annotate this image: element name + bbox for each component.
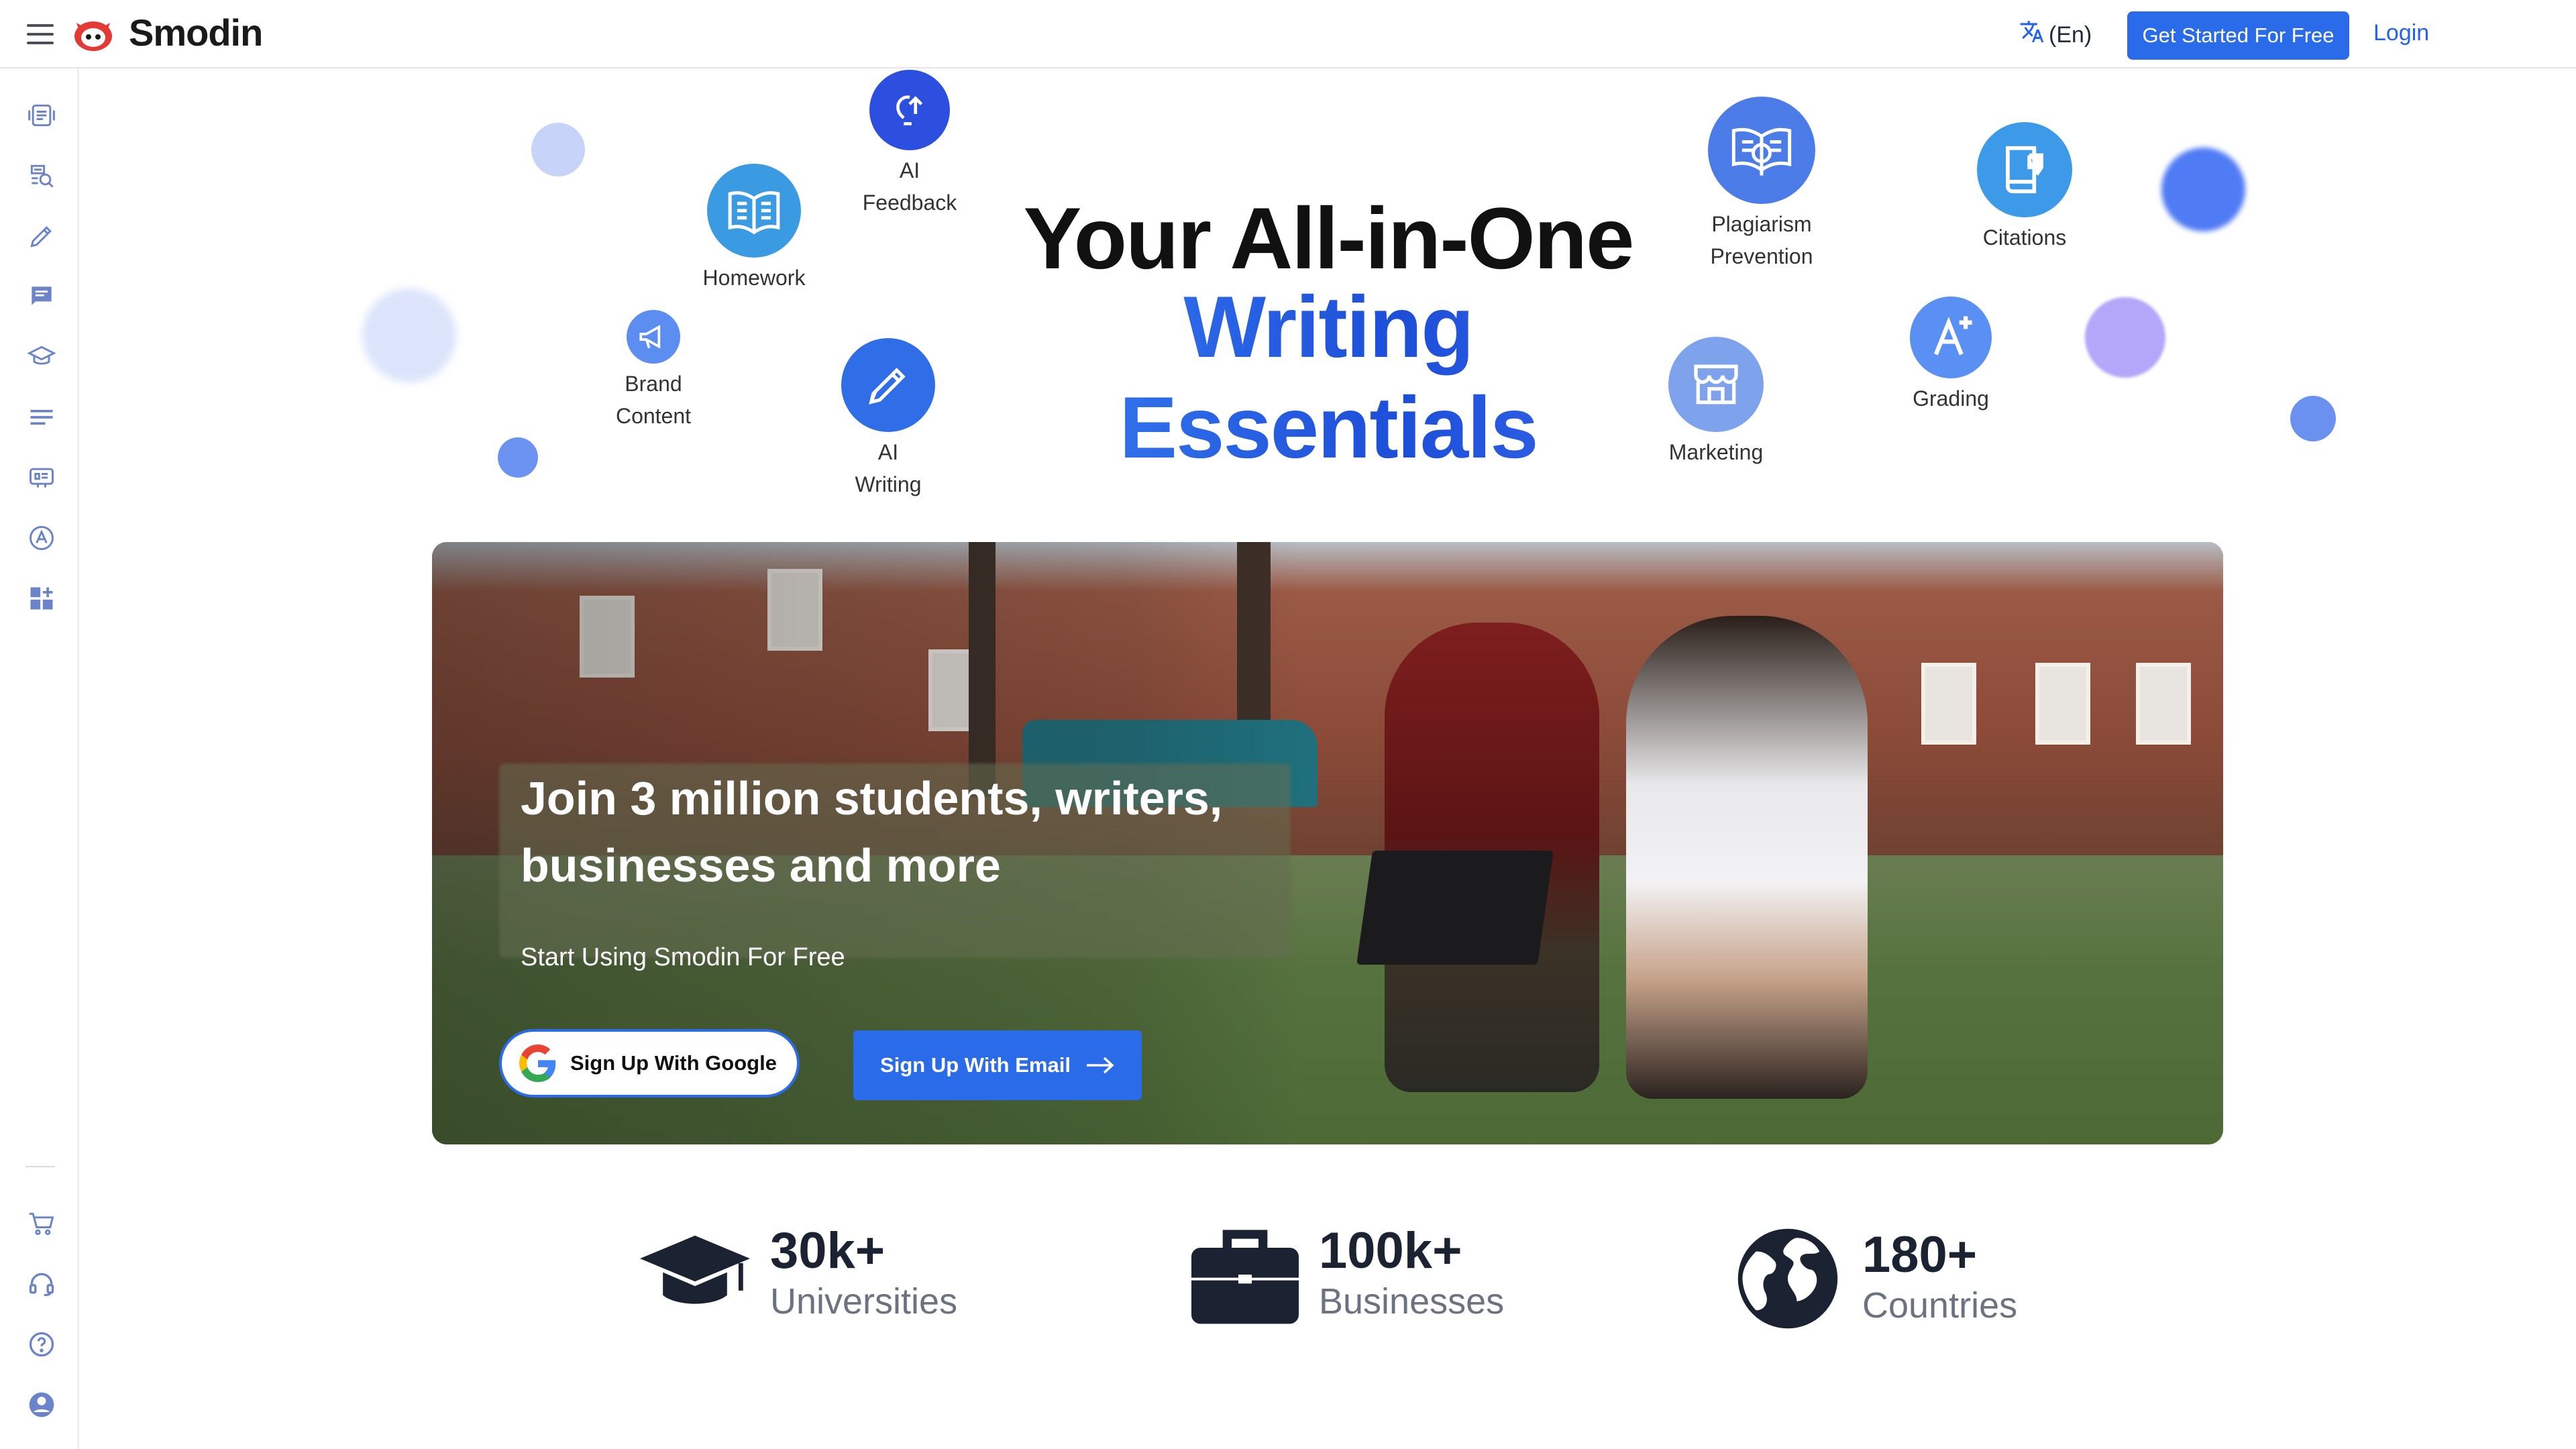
stat-caption: Universities (770, 1281, 958, 1322)
window (1921, 663, 1976, 745)
pen-icon[interactable] (841, 338, 935, 432)
feature-plagiarism-prevention[interactable]: Plagiarism Prevention (1681, 97, 1842, 272)
hero-banner: Join 3 million students, writers, busine… (432, 542, 2223, 1144)
storefront-icon[interactable] (1668, 337, 1764, 432)
decorative-blob (362, 288, 456, 382)
arrow-right-icon (1086, 1057, 1114, 1074)
decorative-blob (2161, 148, 2245, 231)
stat-caption: Countries (1862, 1285, 2018, 1326)
login-link[interactable]: Login (2373, 20, 2429, 46)
stat-universities: 30k+ Universities (640, 1224, 957, 1325)
pencil-icon[interactable] (27, 221, 56, 251)
document-icon[interactable] (27, 101, 56, 130)
feature-label: Plagiarism Prevention (1710, 212, 1813, 268)
chat-search-icon[interactable] (27, 161, 56, 191)
brand-name[interactable]: Smodin (129, 11, 263, 54)
account-icon[interactable] (27, 1390, 56, 1419)
feature-label: AI Feedback (862, 158, 957, 215)
feature-ai-writing[interactable]: AI Writing (821, 338, 955, 500)
brain-icon[interactable] (27, 463, 56, 492)
feature-homework[interactable]: Homework (687, 164, 821, 294)
laptop (1356, 851, 1554, 965)
grade-a-plus-icon[interactable] (1910, 297, 1992, 378)
google-button-label: Sign Up With Google (570, 1051, 777, 1075)
language-selector[interactable]: (En) (2019, 19, 2092, 51)
banner-subtext: Start Using Smodin For Free (521, 943, 845, 971)
apps-icon[interactable] (27, 584, 56, 613)
top-bar: Smodin (En) Get Started For Free Login (0, 0, 2576, 68)
decorative-blob (531, 123, 585, 176)
stat-businesses: 100k+ Businesses (1191, 1224, 1504, 1325)
decorative-blob (498, 437, 538, 478)
feature-label: Grading (1913, 386, 1989, 411)
feature-label: Marketing (1668, 440, 1764, 464)
graduation-cap-icon (640, 1235, 750, 1304)
translate-icon (2019, 19, 2045, 51)
briefcase-icon (1191, 1230, 1299, 1324)
hero-title-line2: Writing Essentials (966, 276, 1690, 478)
feature-ai-feedback[interactable]: AI Feedback (843, 70, 977, 219)
hero-title-line1: Your All-in-One (1023, 189, 1635, 287)
cart-icon[interactable] (27, 1209, 56, 1238)
feature-marketing[interactable]: Marketing (1649, 337, 1783, 468)
decorative-blob (2290, 396, 2336, 441)
feature-label: Citations (1982, 225, 2067, 250)
graduation-icon[interactable] (27, 342, 56, 372)
lines-icon[interactable] (27, 402, 56, 432)
sign-up-google-button[interactable]: Sign Up With Google (499, 1029, 800, 1097)
sidebar-divider (25, 1166, 55, 1167)
get-started-button[interactable]: Get Started For Free (2127, 11, 2349, 60)
support-icon[interactable] (27, 1269, 56, 1299)
grade-icon[interactable] (27, 523, 56, 553)
feature-label: AI Writing (855, 440, 922, 496)
student-2 (1626, 616, 1868, 1099)
stat-countries: 180+ Countries (1733, 1224, 2017, 1333)
globe-icon (1737, 1228, 1838, 1329)
stat-number: 100k+ (1319, 1222, 1462, 1279)
ai-feedback-icon[interactable] (869, 70, 950, 150)
menu-icon[interactable] (27, 24, 54, 44)
stat-number: 180+ (1862, 1226, 1978, 1283)
plagiarism-icon[interactable] (1708, 97, 1815, 204)
help-icon[interactable] (27, 1330, 56, 1359)
google-icon (519, 1044, 556, 1082)
open-book-icon[interactable] (707, 164, 801, 258)
feature-grading[interactable]: Grading (1884, 297, 2018, 415)
feature-label: Brand Content (615, 372, 692, 428)
stat-caption: Businesses (1319, 1281, 1505, 1322)
megaphone-icon[interactable] (627, 310, 680, 364)
sidebar (0, 68, 79, 1449)
smodin-logo-icon[interactable] (72, 16, 114, 52)
feature-citations[interactable]: Citations (1957, 122, 2092, 254)
email-button-label: Sign Up With Email (880, 1053, 1071, 1077)
banner-headline: Join 3 million students, writers, busine… (521, 772, 1223, 892)
sign-up-email-button[interactable]: Sign Up With Email (853, 1030, 1142, 1100)
feature-brand-content[interactable]: Brand Content (586, 310, 720, 432)
language-label: (En) (2049, 21, 2092, 48)
window (2136, 663, 2191, 745)
quote-book-icon[interactable] (1977, 122, 2072, 217)
message-icon[interactable] (27, 282, 56, 311)
window (2035, 663, 2090, 745)
stat-number: 30k+ (770, 1222, 885, 1279)
feature-label: Homework (702, 266, 806, 290)
decorative-blob (2085, 297, 2165, 378)
